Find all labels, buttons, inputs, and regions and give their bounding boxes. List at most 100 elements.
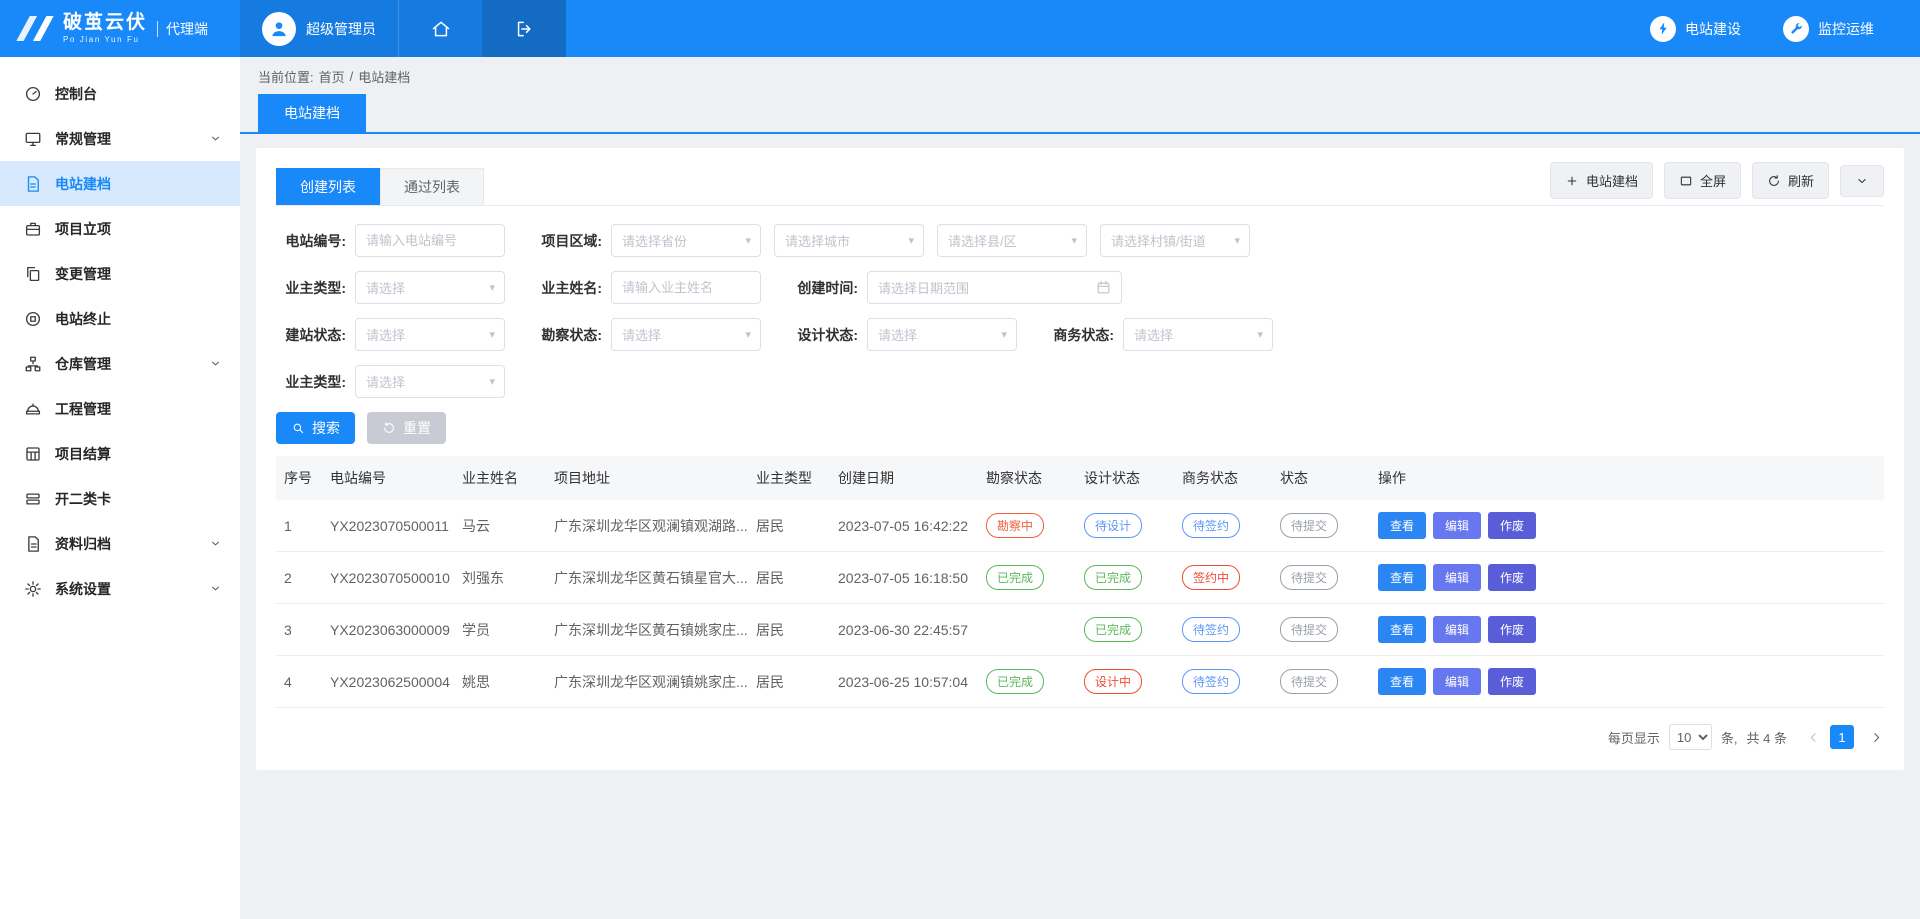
row-void-button[interactable]: 作废 <box>1488 616 1536 643</box>
page-tab-station-filing[interactable]: 电站建档 <box>258 94 366 132</box>
col-header: 业主姓名 <box>454 456 546 500</box>
status-badge: 待提交 <box>1280 565 1338 590</box>
select-placeholder: 请选择县/区 <box>948 231 1017 250</box>
sidebar-item-project-settlement[interactable]: 项目结算 <box>0 431 240 476</box>
cell-address: 广东深圳龙华区黄石镇星官大... <box>546 552 748 604</box>
col-header: 勘察状态 <box>978 456 1076 500</box>
select-placeholder: 请选择城市 <box>785 231 850 250</box>
card-icon <box>24 490 42 508</box>
sidebar-item-station-filing[interactable]: 电站建档 <box>0 161 240 206</box>
toolbar-fullscreen-button[interactable]: 全屏 <box>1664 162 1741 199</box>
row-void-button[interactable]: 作废 <box>1488 668 1536 695</box>
owner-name-input[interactable] <box>611 271 761 304</box>
reset-icon <box>382 421 396 435</box>
select-placeholder: 请选择 <box>366 278 405 297</box>
status-badge: 待设计 <box>1084 513 1142 538</box>
filter-label: 业主类型: <box>276 278 346 298</box>
owner-type-2-select[interactable]: 请选择▾ <box>355 365 505 398</box>
region-city-select[interactable]: 请选择城市▾ <box>774 224 924 257</box>
row-view-button[interactable]: 查看 <box>1378 616 1426 643</box>
per-page-select[interactable]: 10 <box>1669 724 1712 750</box>
cell-created-at: 2023-06-25 10:57:04 <box>830 656 978 708</box>
row-void-button[interactable]: 作废 <box>1488 512 1536 539</box>
row-edit-button[interactable]: 编辑 <box>1433 564 1481 591</box>
build-status-select[interactable]: 请选择▾ <box>355 318 505 351</box>
sidebar-item-project-initiation[interactable]: 项目立项 <box>0 206 240 251</box>
calculator-icon <box>24 445 42 463</box>
sidebar-item-data-archive[interactable]: 资料归档 <box>0 521 240 566</box>
cell-station-id: YX2023062500004 <box>322 656 454 708</box>
sidebar-item-console[interactable]: 控制台 <box>0 71 240 116</box>
sidebar-item-type2-card[interactable]: 开二类卡 <box>0 476 240 521</box>
row-view-button[interactable]: 查看 <box>1378 668 1426 695</box>
toolbar-refresh-button[interactable]: 刷新 <box>1752 162 1829 199</box>
search-button-label: 搜索 <box>312 418 340 438</box>
home-button[interactable] <box>398 0 482 57</box>
toolbar-create-station-button[interactable]: 电站建档 <box>1550 162 1653 199</box>
user-menu[interactable]: 超级管理员 <box>240 0 398 57</box>
row-view-button[interactable]: 查看 <box>1378 512 1426 539</box>
page-tab-bar: 电站建档 <box>240 94 1920 134</box>
sidebar-item-label: 系统设置 <box>55 579 196 599</box>
tab-passed-list[interactable]: 通过列表 <box>380 168 484 205</box>
content-card: 创建列表通过列表 电站建档全屏刷新 电站编号:项目区域:请选择省份▾请选择城市▾… <box>256 148 1904 770</box>
toolbar-collapse-button[interactable] <box>1840 165 1884 197</box>
sidebar-item-warehouse-management[interactable]: 仓库管理 <box>0 341 240 386</box>
row-edit-button[interactable]: 编辑 <box>1433 616 1481 643</box>
nav-station-build[interactable]: 电站建设 <box>1650 16 1741 42</box>
breadcrumb-home[interactable]: 首页 <box>319 67 345 86</box>
prev-page-button[interactable] <box>1806 730 1821 745</box>
col-header: 电站编号 <box>322 456 454 500</box>
sidebar-item-engineering-management[interactable]: 工程管理 <box>0 386 240 431</box>
top-header: 破茧云伏 Po Jian Yun Fu 代理端 超级管理员 电站建设 <box>0 0 1920 57</box>
row-view-button[interactable]: 查看 <box>1378 564 1426 591</box>
cell-actions: 查看编辑作废 <box>1370 552 1884 604</box>
business-status-select[interactable]: 请选择▾ <box>1123 318 1273 351</box>
cell-owner-name: 姚思 <box>454 656 546 708</box>
nav-label: 监控运维 <box>1818 19 1874 39</box>
design-status-select[interactable]: 请选择▾ <box>867 318 1017 351</box>
status-badge: 已完成 <box>986 565 1044 590</box>
cell-no: 3 <box>276 604 322 656</box>
tab-create-list[interactable]: 创建列表 <box>276 168 380 205</box>
filter-label: 设计状态: <box>788 325 858 345</box>
filter-field-owner-type: 业主类型: 请选择▾ <box>276 271 505 304</box>
cell-status: 待提交 <box>1272 604 1370 656</box>
filter-label: 勘察状态: <box>532 325 602 345</box>
cell-address: 广东深圳龙华区黄石镇姚家庄... <box>546 604 748 656</box>
row-edit-button[interactable]: 编辑 <box>1433 668 1481 695</box>
region-county-select[interactable]: 请选择县/区▾ <box>937 224 1087 257</box>
cell-owner-type: 居民 <box>748 604 830 656</box>
create-time-input[interactable]: 请选择日期范围 <box>867 271 1122 304</box>
region-province-select[interactable]: 请选择省份▾ <box>611 224 761 257</box>
select-placeholder: 请选择 <box>366 325 405 344</box>
owner-type-select[interactable]: 请选择▾ <box>355 271 505 304</box>
sidebar-item-station-termination[interactable]: 电站终止 <box>0 296 240 341</box>
date-placeholder: 请选择日期范围 <box>878 278 969 297</box>
logout-button[interactable] <box>482 0 566 57</box>
cell-survey-status: 勘察中 <box>978 500 1076 552</box>
region-village-select[interactable]: 请选择村镇/街道▾ <box>1100 224 1250 257</box>
sidebar-item-change-management[interactable]: 变更管理 <box>0 251 240 296</box>
row-edit-button[interactable]: 编辑 <box>1433 512 1481 539</box>
sidebar-item-label: 工程管理 <box>55 399 222 419</box>
next-page-button[interactable] <box>1869 730 1884 745</box>
nav-monitor-ops[interactable]: 监控运维 <box>1783 16 1874 42</box>
survey-status-select[interactable]: 请选择▾ <box>611 318 761 351</box>
avatar <box>262 12 296 46</box>
table-row: 1YX2023070500011马云广东深圳龙华区观澜镇观湖路...居民2023… <box>276 500 1884 552</box>
cell-survey-status: 已完成 <box>978 656 1076 708</box>
sidebar-item-system-settings[interactable]: 系统设置 <box>0 566 240 611</box>
sidebar-item-general-management[interactable]: 常规管理 <box>0 116 240 161</box>
status-badge: 待提交 <box>1280 513 1338 538</box>
search-button[interactable]: 搜索 <box>276 412 355 444</box>
settings-icon <box>24 580 42 598</box>
row-void-button[interactable]: 作废 <box>1488 564 1536 591</box>
cell-status: 待提交 <box>1272 500 1370 552</box>
station-code-input[interactable] <box>355 224 505 257</box>
filter-label: 业主类型: <box>276 372 346 392</box>
status-badge: 待签约 <box>1182 669 1240 694</box>
cell-status: 待提交 <box>1272 656 1370 708</box>
page-number-1[interactable]: 1 <box>1830 725 1854 749</box>
reset-button[interactable]: 重置 <box>367 412 446 444</box>
